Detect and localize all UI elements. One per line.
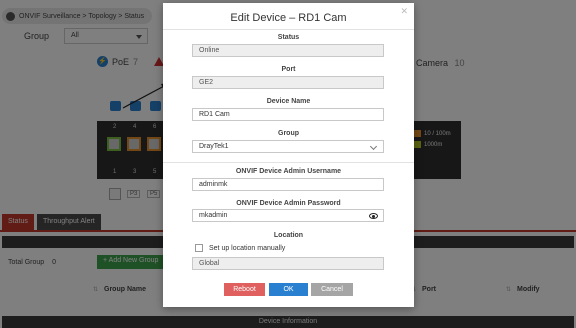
password-label: ONVIF Device Admin Password	[236, 200, 341, 207]
location-field: Global	[192, 257, 384, 270]
status-label: Status	[277, 34, 300, 41]
location-manual-label: Set up location manually	[209, 244, 286, 252]
reboot-button[interactable]: Reboot	[224, 283, 265, 296]
device-name-label: Device Name	[266, 98, 311, 105]
username-label: ONVIF Device Admin Username	[235, 168, 342, 175]
port-label: Port	[281, 66, 296, 73]
device-name-input[interactable]: RD1 Cam	[192, 108, 384, 121]
chevron-down-icon	[369, 142, 378, 151]
group-select-value: DrayTek1	[199, 143, 229, 150]
divider	[163, 29, 414, 30]
password-value: mkadmin	[199, 212, 228, 219]
username-input[interactable]: adminmk	[192, 178, 384, 191]
dialog-title: Edit Device – RD1 Cam	[230, 12, 347, 24]
group-select[interactable]: DrayTek1	[192, 140, 384, 153]
location-manual-option[interactable]: Set up location manually	[195, 244, 285, 252]
port-field: GE2	[192, 76, 384, 89]
edit-device-dialog: ✕ Edit Device – RD1 Cam Status Online Po…	[163, 3, 414, 307]
location-manual-checkbox[interactable]	[195, 244, 203, 252]
eye-icon[interactable]	[369, 213, 378, 219]
cancel-button[interactable]: Cancel	[311, 283, 353, 296]
divider	[163, 162, 414, 163]
ok-button[interactable]: OK	[269, 283, 308, 296]
status-field: Online	[192, 44, 384, 57]
password-input[interactable]: mkadmin	[192, 209, 384, 222]
location-label: Location	[273, 232, 304, 239]
group-label: Group	[278, 130, 299, 137]
